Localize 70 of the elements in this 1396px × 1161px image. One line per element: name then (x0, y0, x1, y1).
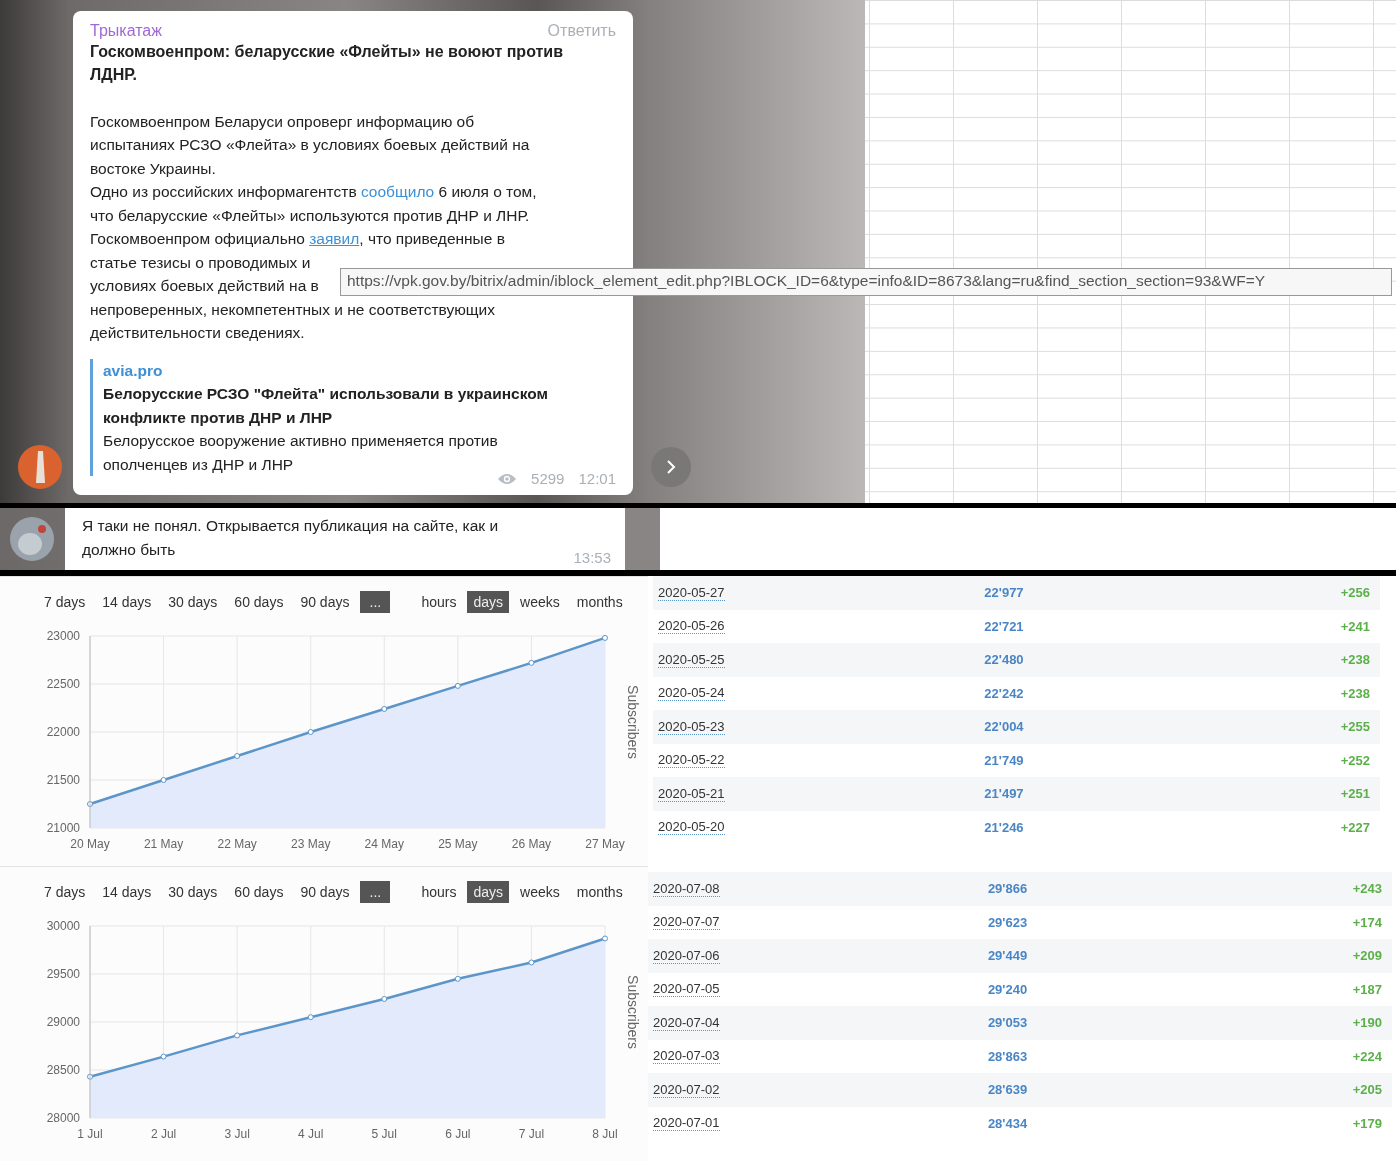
subscriber-change: +187 (1352, 981, 1382, 997)
x-tick-label: 20 May (70, 837, 110, 851)
subscriber-count: 22'242 (984, 685, 1024, 701)
x-tick-label: 3 Jul (224, 1127, 250, 1141)
subscriber-count: 28'434 (987, 1115, 1028, 1131)
subscriber-change: +252 (1340, 752, 1370, 768)
subscriber-change: +179 (1352, 1115, 1382, 1131)
y-tick-label: 29500 (46, 967, 80, 981)
preview-site: avia.pro (103, 360, 164, 381)
subscriber-count: 29'053 (987, 1015, 1028, 1031)
subscriber-change: +205 (1352, 1082, 1382, 1098)
subscriber-count: 29'623 (987, 914, 1028, 930)
message-text: условиях боевых действий на в (90, 276, 319, 296)
message-text: непроверенных, некомпетентных и не соответствующих действительности сведениях. (90, 299, 495, 343)
subscriber-count: 29'240 (987, 981, 1028, 997)
subscriber-count: 21'497 (984, 786, 1024, 802)
message-text: статье тезисы о проводимых и (90, 252, 311, 273)
subscriber-change: +238 (1340, 652, 1370, 668)
subscriber-change: +224 (1352, 1048, 1382, 1064)
y-tick-label: 28500 (46, 1063, 80, 1077)
subscriber-count: 28'863 (987, 1048, 1028, 1064)
y-tick-label: 21000 (46, 821, 80, 835)
subscriber-count: 21'246 (984, 819, 1024, 835)
y-axis-title: Subscribers (625, 685, 641, 759)
subscriber-change: +243 (1352, 881, 1382, 897)
x-tick-label: 23 May (291, 837, 331, 851)
subscriber-count: 22'004 (984, 719, 1024, 735)
subscriber-change: +190 (1352, 1015, 1382, 1031)
x-tick-label: 1 Jul (77, 1127, 103, 1141)
x-tick-label: 26 May (511, 837, 552, 851)
x-tick-label: 27 May (585, 837, 625, 851)
subscriber-change: +241 (1340, 618, 1370, 634)
y-tick-label: 30000 (46, 919, 80, 933)
subscriber-change: +174 (1352, 914, 1382, 930)
subscriber-change: +227 (1340, 819, 1370, 835)
subscriber-count: 22'721 (984, 618, 1024, 634)
x-tick-label: 6 Jul (445, 1127, 471, 1141)
x-tick-label: 7 Jul (518, 1127, 545, 1141)
message-title: Госкомвоенпром: беларусские «Флейты» не воюют против ЛДНР. (90, 41, 564, 85)
x-tick-label: 22 May (217, 837, 257, 851)
subscriber-change: +209 (1352, 948, 1382, 964)
message-time: 13:53 (573, 549, 611, 566)
x-tick-label: 5 Jul (371, 1127, 397, 1141)
y-tick-label: 21500 (46, 773, 80, 787)
x-tick-label: 24 May (364, 837, 404, 851)
subscriber-change: +255 (1340, 719, 1370, 735)
x-tick-label: 21 May (143, 837, 184, 851)
preview-title: Белорусские РСЗО "Флейта" использовали в украинском конфликте против ДНР и ЛНР (103, 384, 549, 428)
subscriber-count: 22'480 (984, 652, 1024, 668)
url-tooltip: https://vpk.gov.by/bitrix/admin/iblock_element_edit.php?IBLOCK_ID=6&type=info&ID=8673&lang=ru&find_section_section=93&WF=Y (340, 268, 1392, 296)
y-tick-label: 22500 (46, 677, 80, 691)
preview-description: Белорусское вооружение активно применяется против ополченцев из ДНР и ЛНР (103, 431, 499, 475)
subscriber-count: 29'866 (987, 881, 1028, 897)
x-tick-label: 25 May (438, 837, 478, 851)
subscriber-change: +256 (1340, 585, 1370, 601)
y-tick-label: 29000 (46, 1015, 80, 1029)
subscriber-change: +238 (1340, 685, 1370, 701)
subscriber-count: 22'977 (984, 585, 1024, 601)
subscriber-count: 28'639 (987, 1082, 1028, 1098)
y-tick-label: 22000 (46, 725, 80, 739)
subscriber-count: 21'749 (984, 752, 1024, 768)
x-tick-label: 2 Jul (150, 1127, 177, 1141)
x-tick-label: 4 Jul (298, 1127, 324, 1141)
y-tick-label: 23000 (46, 629, 80, 643)
y-axis-title: Subscribers (625, 975, 641, 1049)
x-tick-label: 8 Jul (592, 1127, 618, 1141)
subscriber-count: 29'449 (987, 948, 1028, 964)
message-text: Я таки не понял. Открывается публикация на сайте, как и должно быть (82, 516, 499, 560)
subscriber-change: +251 (1340, 786, 1370, 802)
y-tick-label: 28000 (46, 1111, 80, 1125)
